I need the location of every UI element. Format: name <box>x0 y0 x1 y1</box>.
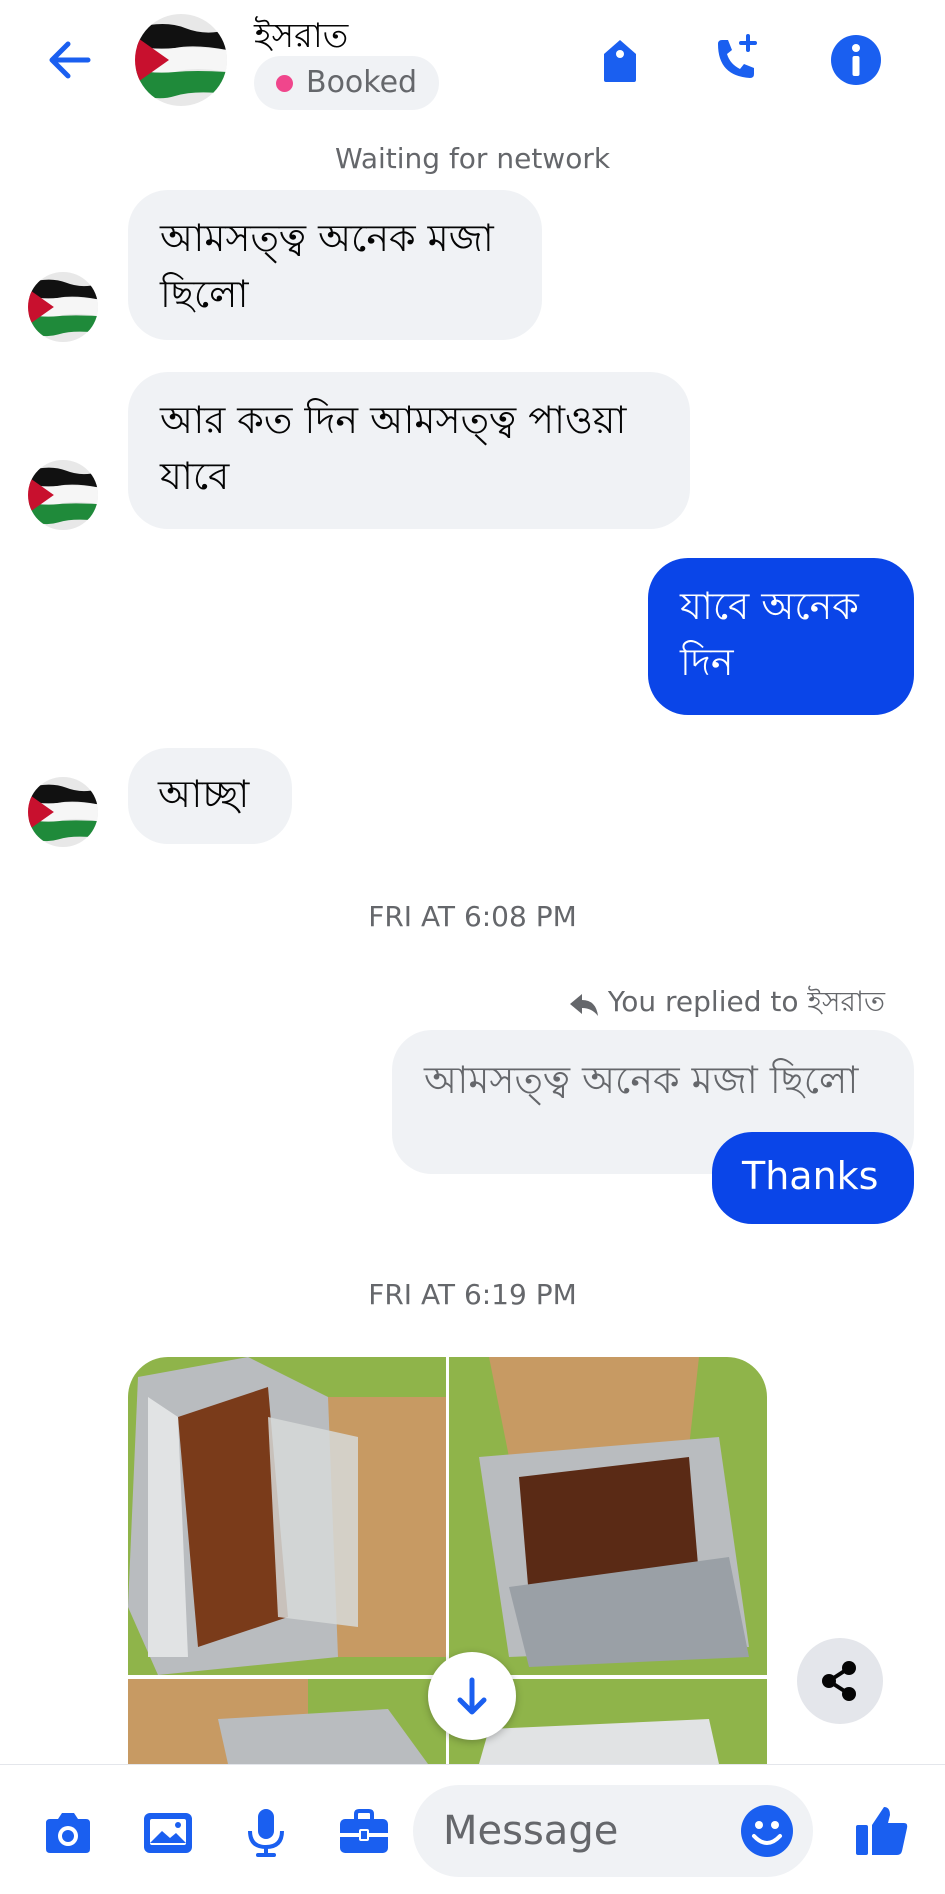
palestine-flag-icon <box>28 272 98 342</box>
briefcase-icon[interactable] <box>336 1805 392 1861</box>
incoming-message[interactable]: আর কত দিন আমসত্ত্ব পাওয়া যাবে <box>128 372 690 529</box>
chat-header: ইসরাত Booked <box>0 0 945 130</box>
incoming-message[interactable]: আমসত্ত্ব অনেক মজা ছিলো <box>128 190 542 340</box>
timestamp: FRI AT 6:08 PM <box>368 900 577 933</box>
status-label: Booked <box>306 65 418 100</box>
scroll-to-bottom-button[interactable] <box>428 1652 516 1740</box>
share-button[interactable] <box>797 1638 883 1724</box>
message-line: ছিলো <box>160 272 249 316</box>
reply-arrow-icon <box>569 993 598 1016</box>
thumbs-up-icon[interactable] <box>852 1801 912 1861</box>
photo-image <box>128 1679 446 1764</box>
contact-avatar[interactable] <box>135 14 227 106</box>
tag-icon[interactable] <box>592 32 648 88</box>
message-line: আচ্ছা <box>158 772 250 816</box>
share-icon <box>822 1661 856 1701</box>
timestamp: FRI AT 6:19 PM <box>368 1278 577 1311</box>
palestine-flag-icon <box>28 777 98 847</box>
sender-avatar[interactable] <box>28 460 98 530</box>
message-line: আর কত দিন আমসত্ত্ব পাওয়া <box>160 398 627 442</box>
arrow-down-icon <box>457 1677 487 1715</box>
emoji-icon[interactable] <box>738 1802 796 1860</box>
message-line: যাবে অনেক <box>680 584 859 628</box>
composer-bar <box>0 1764 945 1894</box>
outgoing-message[interactable]: Thanks <box>712 1132 914 1224</box>
call-add-icon[interactable] <box>708 32 764 88</box>
info-icon[interactable] <box>828 32 884 88</box>
microphone-icon[interactable] <box>238 1805 294 1861</box>
status-dot <box>276 75 293 92</box>
photo-attachment[interactable] <box>449 1357 767 1675</box>
photo-image <box>449 1357 767 1675</box>
palestine-flag-icon <box>135 14 227 106</box>
status-badge[interactable]: Booked <box>254 56 440 110</box>
message-line: দিন <box>680 640 734 684</box>
quoted-text: আমসত্ত্ব অনেক মজা ছিলো <box>424 1058 859 1102</box>
camera-icon[interactable] <box>40 1805 96 1861</box>
sender-avatar[interactable] <box>28 272 98 342</box>
incoming-message[interactable]: আচ্ছা <box>128 748 292 844</box>
palestine-flag-icon <box>28 460 98 530</box>
photo-image <box>128 1357 446 1675</box>
network-status: Waiting for network <box>334 142 611 175</box>
outgoing-message[interactable]: যাবে অনেক দিন <box>648 558 914 715</box>
gallery-icon[interactable] <box>140 1805 196 1861</box>
sender-avatar[interactable] <box>28 777 98 847</box>
reply-note: You replied to ইসরাত <box>568 980 885 1027</box>
message-line: Thanks <box>742 1154 879 1198</box>
reply-note-text: You replied to ইসরাত <box>607 985 885 1018</box>
back-arrow-icon[interactable] <box>40 30 100 90</box>
photo-attachment[interactable] <box>128 1679 446 1764</box>
message-line: যাবে <box>160 454 230 498</box>
photo-attachment[interactable] <box>128 1357 446 1675</box>
message-line: আমসত্ত্ব অনেক মজা <box>160 216 494 260</box>
